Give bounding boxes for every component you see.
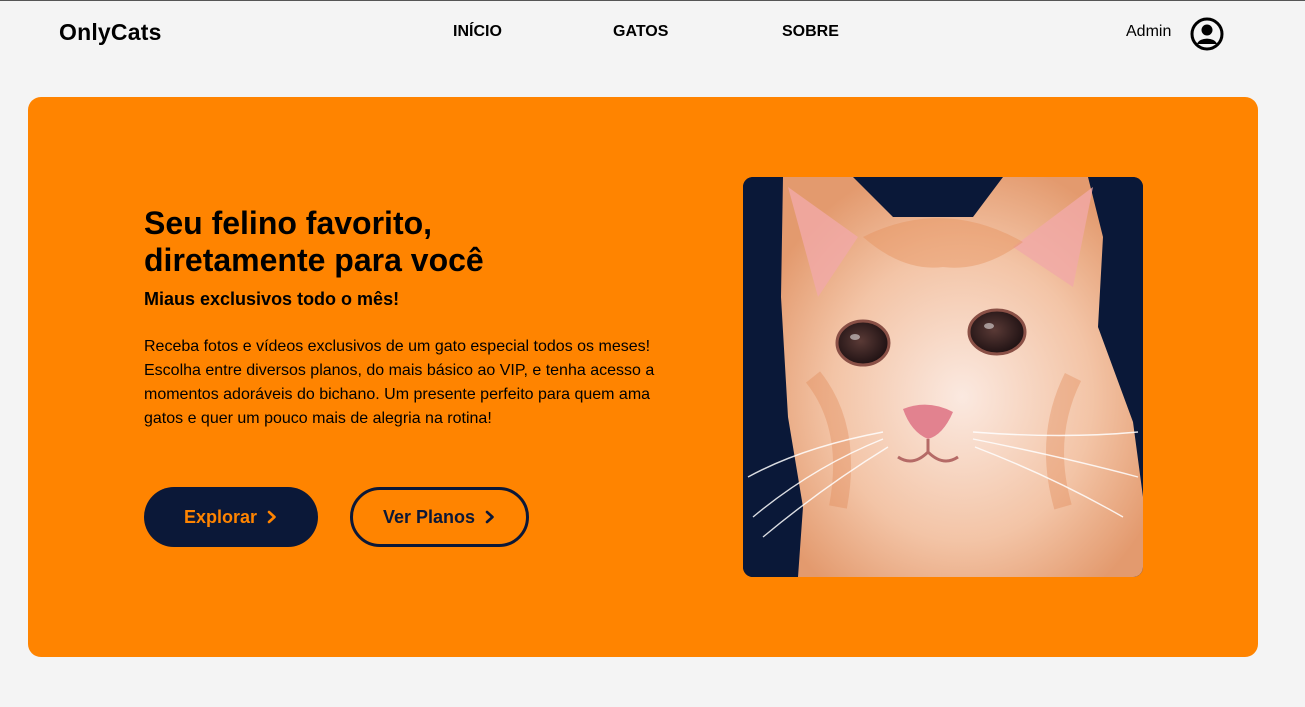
hero-description: Receba fotos e vídeos exclusivos de um g… (144, 338, 655, 427)
navbar: OnlyCats INÍCIO GATOS SOBRE Admin (0, 1, 1305, 63)
orange-cat-illustration (743, 177, 1143, 577)
chevron-right-icon (267, 510, 276, 524)
hero-title: Seu felino favorito, diretamente para vo… (144, 205, 484, 278)
hero-banner: Seu felino favorito, diretamente para vo… (28, 97, 1258, 657)
explore-button[interactable]: Explorar (144, 487, 318, 547)
chevron-right-icon (485, 510, 494, 524)
nav-link-inicio[interactable]: INÍCIO (453, 23, 502, 41)
hero-subtitle: Miaus exclusivos todo o mês! (144, 289, 400, 309)
explore-button-label: Explorar (183, 506, 258, 527)
user-name: Admin (1126, 23, 1172, 40)
nav-link-sobre[interactable]: SOBRE (782, 23, 839, 41)
view-plans-button[interactable]: Ver Planos (350, 487, 529, 547)
view-plans-button-label: Ver Planos (382, 506, 476, 527)
account-circle-icon[interactable] (1189, 16, 1225, 52)
nav-link-gatos[interactable]: GATOS (613, 23, 668, 41)
cat-photo (743, 177, 1143, 577)
brand-logo[interactable]: OnlyCats (59, 19, 162, 46)
